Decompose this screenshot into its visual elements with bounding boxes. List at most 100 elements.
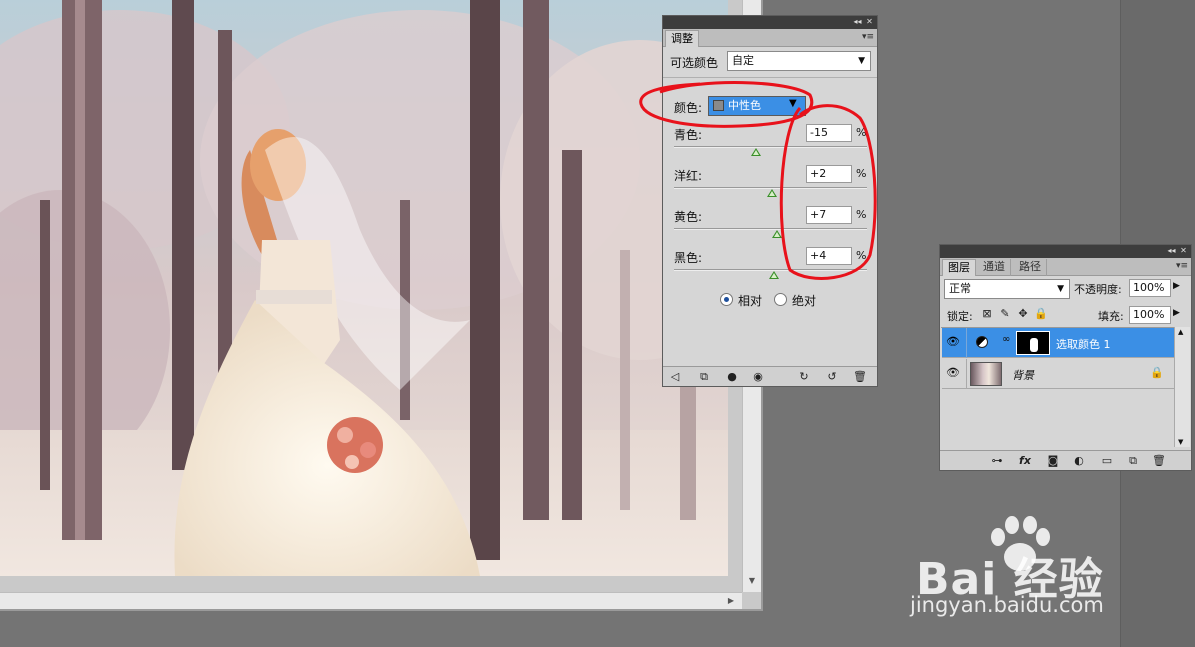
preset-dropdown[interactable]: 自定 ▼: [727, 51, 871, 71]
neutral-color-swatch: [713, 100, 724, 111]
watermark-url: jingyan.baidu.com: [910, 593, 1104, 617]
chevron-down-icon: ▼: [858, 56, 865, 66]
scroll-up-icon[interactable]: ▲: [1178, 328, 1183, 336]
panel-menu-icon[interactable]: ▾≡: [1176, 261, 1188, 271]
slider-label: 黄色:: [674, 210, 703, 224]
layer-name[interactable]: 选取颜色 1: [1056, 336, 1111, 352]
radio-absolute[interactable]: [774, 293, 787, 306]
slider-value-input[interactable]: +2: [806, 165, 852, 183]
adjustments-footer: ◁ ⧉ ● ◉ ↻ ↺ 🗑: [663, 366, 877, 386]
panel-tab-row: 图层 通道 路径 ▾≡: [940, 258, 1191, 276]
tab-layers[interactable]: 图层: [942, 259, 976, 276]
new-adjustment-layer-icon[interactable]: ◐: [1072, 454, 1086, 467]
fill-input[interactable]: 100%: [1129, 306, 1171, 324]
close-icon[interactable]: ✕: [864, 17, 875, 27]
layer-row-selective-color[interactable]: 👁 ∞ 选取颜色 1: [942, 328, 1176, 358]
adjustments-panel: ◂◂ ✕ 调整 ▾≡ 可选颜色 自定 ▼ 颜色: 中性色 ▼ 青色: -15% 洋红…: [662, 15, 878, 387]
panel-titlebar[interactable]: ◂◂ ✕: [663, 16, 877, 29]
eye-visibility-icon[interactable]: 👁: [946, 336, 960, 348]
radio-relative[interactable]: [720, 293, 733, 306]
lock-transparent-icon[interactable]: ⊠: [980, 307, 994, 320]
slider-thumb[interactable]: [769, 271, 780, 279]
layers-scrollbar[interactable]: ▲ ▼: [1174, 327, 1190, 447]
slider-value-input[interactable]: -15: [806, 124, 852, 142]
slider-value-input[interactable]: +7: [806, 206, 852, 224]
scroll-down-icon[interactable]: ▼: [1178, 438, 1183, 446]
collapse-icon[interactable]: ◂◂: [852, 17, 863, 27]
lock-icon: 🔒: [1150, 366, 1164, 379]
colors-value: 中性色: [728, 99, 761, 112]
link-layers-icon[interactable]: ⊶: [990, 454, 1004, 467]
expand-view-icon[interactable]: ⧉: [697, 370, 711, 383]
chevron-down-icon: ▼: [1057, 284, 1064, 294]
eye-visibility-icon[interactable]: 👁: [946, 367, 960, 379]
percent-unit: %: [856, 126, 867, 139]
new-layer-icon[interactable]: ⧉: [1126, 454, 1140, 467]
fx-icon[interactable]: fx: [1018, 454, 1032, 467]
layers-footer: ⊶ fx ◙ ◐ ▭ ⧉ 🗑: [940, 450, 1191, 470]
wedding-forest-photo: [0, 0, 728, 576]
blend-mode-dropdown[interactable]: 正常 ▼: [944, 279, 1070, 299]
slider-label: 黑色:: [674, 251, 703, 265]
visibility-eye-icon[interactable]: ◉: [751, 370, 765, 383]
slider-thumb[interactable]: [751, 148, 762, 156]
panel-menu-icon[interactable]: ▾≡: [862, 32, 874, 42]
reset-icon[interactable]: ↺: [825, 370, 839, 383]
tab-paths[interactable]: 路径: [1014, 259, 1047, 276]
clip-layer-icon[interactable]: ●: [725, 370, 739, 383]
canvas-image[interactable]: [0, 0, 728, 576]
lock-image-brush-icon[interactable]: ✎: [998, 307, 1012, 320]
slider-track[interactable]: [674, 146, 867, 148]
lock-label: 锁定:: [947, 310, 973, 323]
lock-all-icon[interactable]: 🔒: [1034, 307, 1048, 320]
layer-row-background[interactable]: 👁 背景 🔒: [942, 359, 1176, 389]
percent-unit: %: [856, 167, 867, 180]
layer-mask-thumbnail[interactable]: [1016, 331, 1050, 355]
adjustment-layer-icon: [976, 336, 988, 348]
radio-relative-label: 相对: [738, 294, 763, 308]
opacity-arrow-icon[interactable]: ▶: [1173, 281, 1180, 291]
slider-label: 青色:: [674, 128, 703, 142]
layers-panel: ◂◂ ✕ 图层 通道 路径 ▾≡ 正常 ▼ 不透明度: 100% ▶ 锁定: ⊠…: [939, 244, 1192, 471]
close-icon[interactable]: ✕: [1178, 246, 1189, 256]
fill-label: 填充:: [1098, 310, 1124, 323]
colors-label: 颜色:: [674, 101, 703, 115]
slider-value-input[interactable]: +4: [806, 247, 852, 265]
opacity-input[interactable]: 100%: [1129, 279, 1171, 297]
radio-absolute-label: 绝对: [792, 294, 817, 308]
tab-channels[interactable]: 通道: [978, 259, 1011, 276]
slider-thumb[interactable]: [772, 230, 783, 238]
chevron-down-icon[interactable]: ▼: [789, 98, 797, 109]
slider-track[interactable]: [674, 228, 867, 230]
panel-titlebar[interactable]: ◂◂ ✕: [940, 245, 1191, 258]
scroll-down-icon[interactable]: ▼: [745, 574, 759, 588]
horizontal-scrollbar[interactable]: ▶: [0, 592, 742, 609]
opacity-label: 不透明度:: [1074, 283, 1122, 296]
blend-mode-value: 正常: [949, 282, 971, 295]
divider: [663, 77, 877, 78]
collapse-icon[interactable]: ◂◂: [1166, 246, 1177, 256]
slider-label: 洋红:: [674, 169, 703, 183]
scroll-right-icon[interactable]: ▶: [724, 594, 738, 608]
percent-unit: %: [856, 208, 867, 221]
divider: [966, 328, 967, 358]
tab-adjustments[interactable]: 调整: [665, 30, 699, 47]
chain-link-icon[interactable]: ∞: [1002, 334, 1010, 345]
slider-thumb[interactable]: [767, 189, 778, 197]
trash-icon[interactable]: 🗑: [1152, 454, 1166, 467]
baidu-jingyan-watermark: Bai 经验 jingyan.baidu.com: [910, 515, 1130, 625]
layer-thumbnail: [970, 362, 1002, 386]
panel-tab-row: 调整 ▾≡: [663, 29, 877, 47]
lock-position-move-icon[interactable]: ✥: [1016, 307, 1030, 320]
divider: [966, 359, 967, 389]
adjustment-title: 可选颜色: [670, 56, 719, 70]
new-group-folder-icon[interactable]: ▭: [1100, 454, 1114, 467]
fill-arrow-icon[interactable]: ▶: [1173, 308, 1180, 318]
percent-unit: %: [856, 249, 867, 262]
layer-name[interactable]: 背景: [1012, 367, 1034, 383]
view-previous-icon[interactable]: ↻: [797, 370, 811, 383]
back-arrow-icon[interactable]: ◁: [668, 370, 682, 383]
add-mask-icon[interactable]: ◙: [1046, 454, 1060, 467]
layers-list: 👁 ∞ 选取颜色 1 👁 背景 🔒: [941, 327, 1176, 447]
trash-icon[interactable]: 🗑: [853, 370, 867, 383]
